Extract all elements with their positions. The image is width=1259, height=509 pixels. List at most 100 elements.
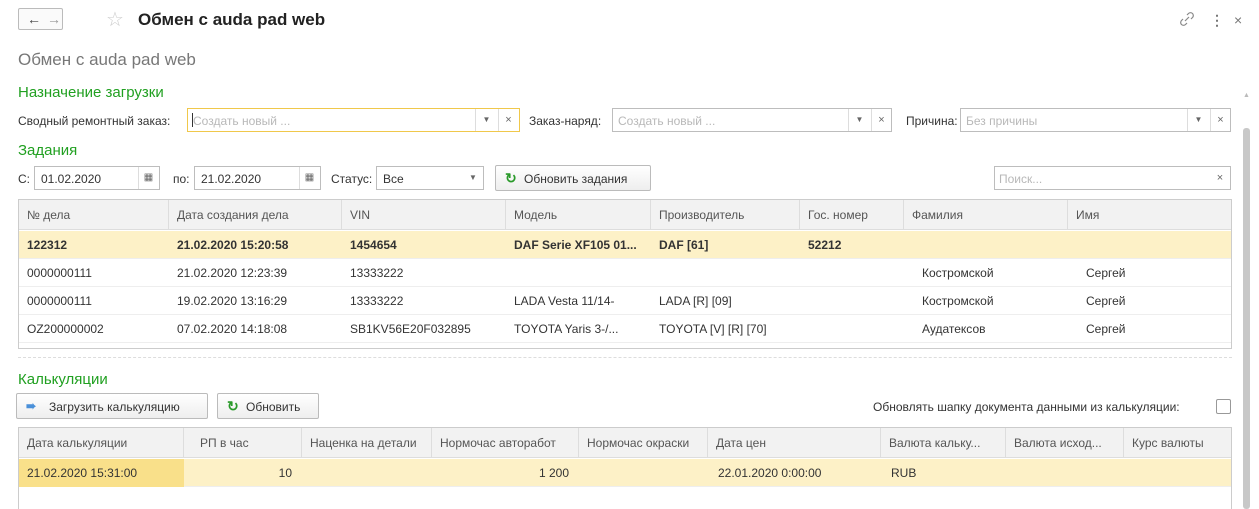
cell	[1068, 231, 1231, 259]
refresh-calculations-button[interactable]: ↻ Обновить	[217, 393, 319, 419]
repair-order-placeholder: Создать новый ...	[193, 114, 291, 128]
cell: OZ200000002	[27, 322, 104, 336]
from-label: С:	[18, 172, 30, 186]
cell: 10	[278, 466, 292, 480]
cell	[800, 287, 904, 315]
column-header[interactable]: Нормочас окраски	[579, 428, 708, 458]
cell	[904, 231, 1068, 259]
more-icon[interactable]: ⋮	[1210, 12, 1224, 29]
cell: TOYOTA [V] [R] [70]	[659, 322, 767, 336]
cell: Костромской	[922, 266, 994, 280]
clear-icon[interactable]: ×	[498, 109, 518, 131]
work-order-placeholder: Создать новый ...	[618, 114, 716, 128]
cell: Сергей	[1086, 266, 1126, 280]
window-title: Обмен с auda pad web	[138, 10, 326, 29]
column-header[interactable]: VIN	[342, 200, 506, 230]
work-order-label: Заказ-наряд:	[529, 114, 602, 128]
calculations-table-header: Дата калькуляции РП в час Наценка на дет…	[19, 428, 1231, 458]
column-header[interactable]: Гос. номер	[800, 200, 904, 230]
table-row[interactable]: 21.02.2020 15:31:00 10 1 200 22.01.2020 …	[19, 459, 1231, 487]
forward-arrow-icon[interactable]: →	[47, 11, 61, 27]
refresh-tasks-label: Обновить задания	[524, 172, 628, 186]
cell: 0000000111	[27, 294, 92, 308]
column-header[interactable]: Фамилия	[904, 200, 1068, 230]
reason-field[interactable]: Без причины ▼ ×	[960, 108, 1231, 132]
column-header[interactable]: Валюта исход...	[1006, 428, 1124, 458]
calculations-section-title: Калькуляции	[18, 371, 108, 388]
cell: 1 200	[538, 466, 569, 480]
table-row[interactable]: 122312 21.02.2020 15:20:58 1454654 DAF S…	[19, 231, 1231, 259]
link-icon[interactable]	[1180, 12, 1194, 29]
cell: 21.02.2020 15:31:00	[19, 459, 184, 487]
chevron-down-icon[interactable]: ▼	[1187, 109, 1209, 131]
cell	[651, 259, 800, 287]
update-header-checkbox[interactable]	[1216, 399, 1231, 414]
tasks-table: № дела Дата создания дела VIN Модель Про…	[18, 199, 1232, 349]
chevron-down-icon[interactable]: ▼	[462, 167, 484, 189]
table-row[interactable]: OZ200000002 07.02.2020 14:18:08 SB1KV56E…	[19, 315, 1231, 343]
refresh-tasks-button[interactable]: ↻ Обновить задания	[495, 165, 651, 191]
column-header[interactable]: Наценка на детали	[302, 428, 432, 458]
column-header[interactable]: Дата калькуляции	[19, 428, 184, 458]
import-arrow-icon: ➠	[26, 399, 37, 413]
clear-icon[interactable]: ×	[1210, 109, 1230, 131]
refresh-calculations-label: Обновить	[246, 400, 301, 414]
date-to-field[interactable]: 21.02.2020 ▦	[194, 166, 321, 190]
cell: 0000000111	[27, 266, 92, 280]
calendar-icon[interactable]: ▦	[138, 167, 158, 189]
column-header[interactable]: Производитель	[651, 200, 800, 230]
back-button[interactable]: ← →	[18, 8, 63, 30]
calendar-icon[interactable]: ▦	[299, 167, 319, 189]
chevron-down-icon[interactable]: ▼	[475, 109, 497, 131]
clear-icon[interactable]: ×	[871, 109, 891, 131]
status-select[interactable]: Все ▼	[376, 166, 484, 190]
cell: Сергей	[1086, 294, 1126, 308]
title-bar: ← → ☆ Обмен с auda pad web ⋮ ×	[0, 0, 1259, 44]
cell: RUB	[891, 466, 917, 480]
refresh-icon: ↻	[505, 170, 517, 186]
close-icon[interactable]: ×	[1234, 12, 1242, 28]
column-header[interactable]: Дата создания дела	[169, 200, 342, 230]
cell: 52212	[808, 238, 842, 252]
table-row[interactable]: 0000000111 19.02.2020 13:16:29 13333222 …	[19, 287, 1231, 315]
column-header[interactable]: Дата цен	[708, 428, 881, 458]
work-order-field[interactable]: Создать новый ... ▼ ×	[612, 108, 892, 132]
date-from-field[interactable]: 01.02.2020 ▦	[34, 166, 160, 190]
column-header[interactable]: № дела	[19, 200, 169, 230]
cell: 13333222	[350, 266, 404, 280]
reason-placeholder: Без причины	[966, 114, 1038, 128]
search-input[interactable]: Поиск... ×	[994, 166, 1231, 190]
repair-order-field[interactable]: Создать новый ... ▼ ×	[187, 108, 520, 132]
chevron-down-icon[interactable]: ▼	[848, 109, 870, 131]
cell: 122312	[27, 238, 68, 252]
scroll-up-icon[interactable]: ▲	[1243, 92, 1250, 99]
cell: DAF Serie XF105 01...	[514, 238, 637, 252]
column-header[interactable]: Курс валюты	[1124, 428, 1233, 458]
column-header[interactable]: Валюта кальку...	[881, 428, 1006, 458]
date-from-value: 01.02.2020	[41, 172, 102, 186]
refresh-icon: ↻	[227, 398, 239, 414]
assignment-section-title: Назначение загрузки	[18, 84, 164, 101]
cell: Аудатексов	[922, 322, 986, 336]
cell: 07.02.2020 14:18:08	[177, 322, 288, 336]
splitter[interactable]	[18, 357, 1232, 358]
clear-icon[interactable]: ×	[1210, 167, 1230, 189]
column-header[interactable]: РП в час	[184, 428, 302, 458]
date-to-value: 21.02.2020	[201, 172, 262, 186]
cell: DAF [61]	[659, 238, 709, 252]
vertical-scrollbar[interactable]	[1243, 128, 1250, 509]
cell	[579, 459, 708, 487]
calculations-table: Дата калькуляции РП в час Наценка на дет…	[18, 427, 1232, 509]
column-header[interactable]: Имя	[1068, 200, 1231, 230]
back-arrow-icon: ←	[27, 11, 41, 27]
cell	[1006, 459, 1124, 487]
tasks-section-title: Задания	[18, 142, 78, 159]
column-header[interactable]: Модель	[506, 200, 651, 230]
table-row[interactable]: 0000000111 21.02.2020 12:23:39 13333222 …	[19, 259, 1231, 287]
status-label: Статус:	[331, 172, 373, 186]
status-value: Все	[383, 172, 404, 186]
cell	[506, 259, 651, 287]
load-calculation-button[interactable]: ➠ Загрузить калькуляцию	[16, 393, 208, 419]
column-header[interactable]: Нормочас авторабот	[432, 428, 579, 458]
favorite-star-icon[interactable]: ☆	[106, 7, 124, 32]
